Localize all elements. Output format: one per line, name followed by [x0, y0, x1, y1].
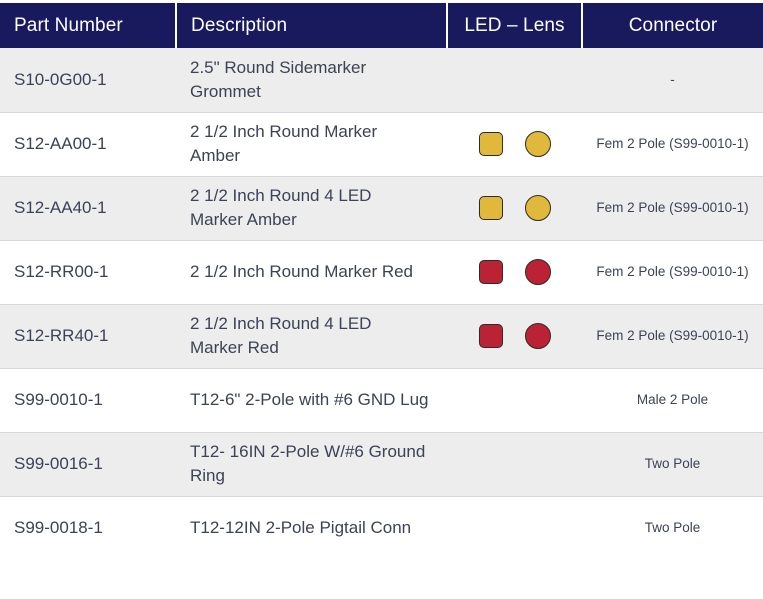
cell-connector: Two Pole — [582, 432, 763, 497]
table-row[interactable]: S99-0018-1 T12-12IN 2-Pole Pigtail Conn Tw… — [0, 496, 763, 560]
cell-connector: Two Pole — [582, 496, 763, 560]
cell-led-lens — [447, 304, 582, 369]
cell-part-number: S12-AA00-1 — [0, 112, 176, 177]
cell-led-lens — [447, 240, 582, 305]
cell-description: 2 1/2 Inch Round 4 LED Marker Red — [176, 304, 447, 369]
cell-part-number: S99-0016-1 — [0, 432, 176, 497]
column-header-description[interactable]: Description — [176, 3, 448, 48]
cell-description: T12-6" 2-Pole with #6 GND Lug — [176, 368, 447, 433]
lens-swatch-amber-circle-icon — [524, 131, 551, 157]
table-header-row: Part Number Description LED – Lens Conne… — [0, 3, 763, 48]
swatch-group — [447, 323, 582, 349]
cell-led-lens — [447, 368, 582, 433]
led-swatch-red-square-icon — [478, 324, 503, 348]
swatch-group — [447, 195, 582, 221]
lens-swatch-red-circle-icon — [524, 323, 551, 349]
cell-connector: - — [582, 48, 763, 113]
table-row[interactable]: S12-AA40-1 2 1/2 Inch Round 4 LED Marker … — [0, 176, 763, 241]
cell-connector: Fem 2 Pole (S99-0010-1) — [582, 240, 763, 305]
table-row[interactable]: S12-RR40-1 2 1/2 Inch Round 4 LED Marker … — [0, 304, 763, 369]
cell-led-lens — [447, 176, 582, 241]
cell-connector: Fem 2 Pole (S99-0010-1) — [582, 112, 763, 177]
table-row[interactable]: S12-AA00-1 2 1/2 Inch Round Marker Amber F… — [0, 112, 763, 177]
cell-part-number: S12-RR00-1 — [0, 240, 176, 305]
cell-description: 2 1/2 Inch Round 4 LED Marker Amber — [176, 176, 447, 241]
table-row[interactable]: S12-RR00-1 2 1/2 Inch Round Marker Red Fem… — [0, 240, 763, 305]
cell-part-number: S99-0018-1 — [0, 496, 176, 560]
cell-led-lens — [447, 432, 582, 497]
lens-swatch-red-circle-icon — [524, 259, 551, 285]
table-header: Part Number Description LED – Lens Conne… — [0, 3, 763, 48]
cell-description: T12-12IN 2-Pole Pigtail Conn — [176, 496, 447, 560]
cell-part-number: S99-0010-1 — [0, 368, 176, 433]
table-row[interactable]: S99-0016-1 T12- 16IN 2-Pole W/#6 Ground R… — [0, 432, 763, 497]
column-header-led-lens[interactable]: LED – Lens — [447, 3, 583, 48]
cell-connector: Fem 2 Pole (S99-0010-1) — [582, 304, 763, 369]
cell-description: 2.5" Round Sidemarker Grommet — [176, 48, 447, 113]
cell-part-number: S10-0G00-1 — [0, 48, 176, 113]
cell-description: T12- 16IN 2-Pole W/#6 Ground Ring — [176, 432, 447, 497]
led-swatch-amber-square-icon — [478, 132, 503, 156]
table-body: S10-0G00-1 2.5" Round Sidemarker Grommet -… — [0, 48, 763, 560]
led-swatch-amber-square-icon — [478, 196, 503, 220]
cell-description: 2 1/2 Inch Round Marker Amber — [176, 112, 447, 177]
led-swatch-red-square-icon — [478, 260, 503, 284]
cell-led-lens — [447, 496, 582, 560]
cell-description: 2 1/2 Inch Round Marker Red — [176, 240, 447, 305]
cell-led-lens — [447, 112, 582, 177]
cell-connector: Fem 2 Pole (S99-0010-1) — [582, 176, 763, 241]
cell-connector: Male 2 Pole — [582, 368, 763, 433]
table-row[interactable]: S10-0G00-1 2.5" Round Sidemarker Grommet - — [0, 48, 763, 113]
swatch-group — [447, 131, 582, 157]
parts-table: Part Number Description LED – Lens Conne… — [0, 3, 763, 560]
column-header-connector[interactable]: Connector — [582, 3, 763, 48]
lens-swatch-amber-circle-icon — [524, 195, 551, 221]
column-header-part-number[interactable]: Part Number — [0, 3, 177, 48]
page-root: Part Number Description LED – Lens Conne… — [0, 3, 763, 599]
cell-part-number: S12-AA40-1 — [0, 176, 176, 241]
cell-led-lens — [447, 48, 582, 113]
table-row[interactable]: S99-0010-1 T12-6" 2-Pole with #6 GND Lug M… — [0, 368, 763, 433]
cell-part-number: S12-RR40-1 — [0, 304, 176, 369]
swatch-group — [447, 259, 582, 285]
